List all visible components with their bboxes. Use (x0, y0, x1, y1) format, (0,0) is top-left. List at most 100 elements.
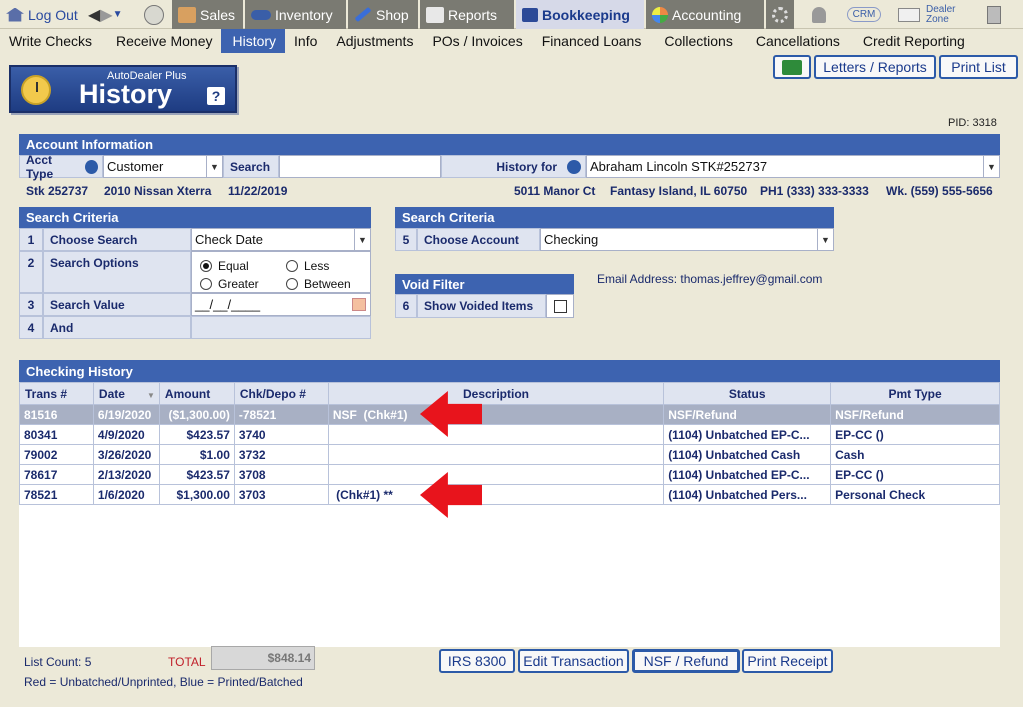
col-amount[interactable]: Amount (158, 382, 235, 405)
search-value-label: Search Value (43, 293, 191, 316)
nav-sales[interactable]: Sales (172, 0, 243, 29)
cell-description: (Chk#1) ** (327, 484, 665, 505)
nsf-refund-button[interactable]: NSF / Refund (632, 649, 740, 673)
chevron-down-icon[interactable]: ▼ (354, 229, 370, 250)
chevron-down-icon[interactable]: ▼ (817, 229, 833, 250)
cell-chk-depo: 3708 (233, 464, 329, 485)
cell-amount: $423.57 (158, 424, 235, 445)
notifications-button[interactable] (808, 0, 830, 29)
menu-write-checks[interactable]: Write Checks (0, 29, 101, 53)
dealer-zone-button[interactable]: Dealer Zone (898, 0, 968, 29)
row-number: 1 (19, 228, 43, 251)
back-arrow-icon[interactable]: ◀ (88, 5, 100, 25)
table-row[interactable]: 80341 4/9/2020 $423.57 3740 (1104) Unbat… (19, 424, 1000, 445)
col-pmt-type[interactable]: Pmt Type (830, 382, 1000, 405)
menu-cancellations[interactable]: Cancellations (742, 29, 849, 53)
menu-info[interactable]: Info (285, 29, 326, 53)
cell-pmt-type: EP-CC () (830, 424, 1000, 445)
row-number: 6 (395, 294, 417, 318)
cell-amount: $423.57 (158, 464, 235, 485)
nav-inventory[interactable]: Inventory (245, 0, 346, 29)
history-table: Trans # Date ▼ Amount Chk/Depo # Descript… (19, 382, 1000, 505)
option-less[interactable]: Less (286, 259, 329, 273)
row-number: 5 (395, 228, 417, 251)
chevron-down-icon[interactable]: ▼ (983, 156, 999, 177)
table-row[interactable]: 78521 1/6/2020 $1,300.00 3703 (Chk#1) **… (19, 484, 1000, 505)
col-status[interactable]: Status (663, 382, 832, 405)
cell-chk-depo: 3703 (233, 484, 329, 505)
print-receipt-button[interactable]: Print Receipt (742, 649, 833, 673)
calculator-button[interactable] (984, 0, 1004, 29)
cell-trans: 78521 (19, 484, 94, 505)
chevron-down-icon[interactable]: ▼ (206, 156, 222, 177)
nav-bookkeeping[interactable]: Bookkeeping (516, 0, 644, 29)
row-number: 2 (19, 251, 43, 293)
sales-icon (178, 6, 196, 23)
col-description[interactable]: Description (327, 382, 665, 405)
total-value: $848.14 (211, 646, 315, 670)
nav-shop[interactable]: Shop (348, 0, 418, 29)
menu-collections[interactable]: Collections (650, 29, 741, 53)
bell-icon (812, 6, 826, 23)
print-list-button[interactable]: Print List (939, 55, 1018, 79)
forward-arrow-icon[interactable]: ▶ (100, 5, 112, 25)
menu-pos-invoices[interactable]: POs / Invoices (422, 29, 531, 53)
crm-button[interactable]: CRM (844, 0, 884, 29)
letters-reports-button[interactable]: Letters / Reports (814, 55, 936, 79)
menu-financed-loans[interactable]: Financed Loans (532, 29, 651, 53)
sort-icon[interactable]: ▼ (147, 391, 155, 400)
search-input[interactable] (279, 155, 441, 178)
acct-type-select[interactable]: Customer ▼ (103, 155, 223, 178)
total-label: TOTAL (168, 655, 206, 669)
menu-receive-money[interactable]: Receive Money (101, 29, 222, 53)
table-row[interactable]: 79002 3/26/2020 $1.00 3732 (1104) Unbatc… (19, 444, 1000, 465)
history-for-select[interactable]: Abraham Lincoln STK#252737 ▼ (586, 155, 1000, 178)
table-row[interactable]: 81516 6/19/2020 ($1,300.00) -78521 NSF (… (19, 404, 1000, 425)
calendar-icon[interactable] (352, 298, 366, 311)
menu-adjustments[interactable]: Adjustments (326, 29, 422, 53)
option-greater[interactable]: Greater (200, 277, 286, 291)
radio-greater[interactable] (200, 278, 212, 290)
choose-search-select[interactable]: Check Date ▼ (191, 228, 371, 251)
export-excel-button[interactable] (773, 55, 811, 79)
choose-account-select[interactable]: Checking ▼ (540, 228, 834, 251)
and-label: And (43, 316, 191, 339)
dealer-zone-label-2: Zone (926, 13, 949, 25)
settings-button[interactable] (766, 0, 794, 29)
chevron-down-icon[interactable]: ▼ (113, 9, 123, 20)
edit-transaction-button[interactable]: Edit Transaction (518, 649, 629, 673)
row-number: 3 (19, 293, 43, 316)
radio-equal[interactable] (200, 260, 212, 272)
history-for-label: History for (441, 155, 586, 178)
radio-less[interactable] (286, 260, 298, 272)
table-row[interactable]: 78617 2/13/2020 $423.57 3708 (1104) Unba… (19, 464, 1000, 485)
irs-8300-button[interactable]: IRS 8300 (439, 649, 515, 673)
checking-history-header: Checking History (19, 360, 1000, 382)
nav-reports[interactable]: Reports (420, 0, 514, 29)
nav-accounting[interactable]: Accounting (646, 0, 764, 29)
pie-chart-icon (652, 6, 668, 23)
col-date[interactable]: Date ▼ (92, 382, 160, 405)
home-icon (6, 7, 24, 22)
user-avatar-icon[interactable] (142, 0, 168, 29)
col-chk-depo[interactable]: Chk/Depo # (233, 382, 329, 405)
history-nav-arrows[interactable]: ◀ ▶ ▼ (88, 0, 138, 29)
help-icon[interactable]: ? (207, 87, 225, 105)
option-equal[interactable]: Equal (200, 259, 286, 273)
show-voided-checkbox[interactable] (553, 299, 567, 313)
show-voided-checkbox-cell[interactable] (546, 294, 574, 318)
show-voided-label: Show Voided Items (417, 294, 546, 318)
search-label: Search (223, 155, 279, 178)
col-trans[interactable]: Trans # (19, 382, 94, 405)
search-value-input[interactable]: __/__/____ (191, 293, 371, 316)
gear-icon (772, 6, 788, 23)
acct-type-label: Acct Type (19, 153, 103, 181)
menu-credit-reporting[interactable]: Credit Reporting (849, 29, 974, 53)
reports-icon (426, 6, 444, 23)
logout-link[interactable]: Log Out (0, 0, 86, 29)
option-between[interactable]: Between (286, 277, 351, 291)
globe-icon[interactable] (84, 159, 98, 174)
menu-history[interactable]: History (221, 29, 286, 53)
globe-icon[interactable] (567, 159, 581, 174)
radio-between[interactable] (286, 278, 298, 290)
